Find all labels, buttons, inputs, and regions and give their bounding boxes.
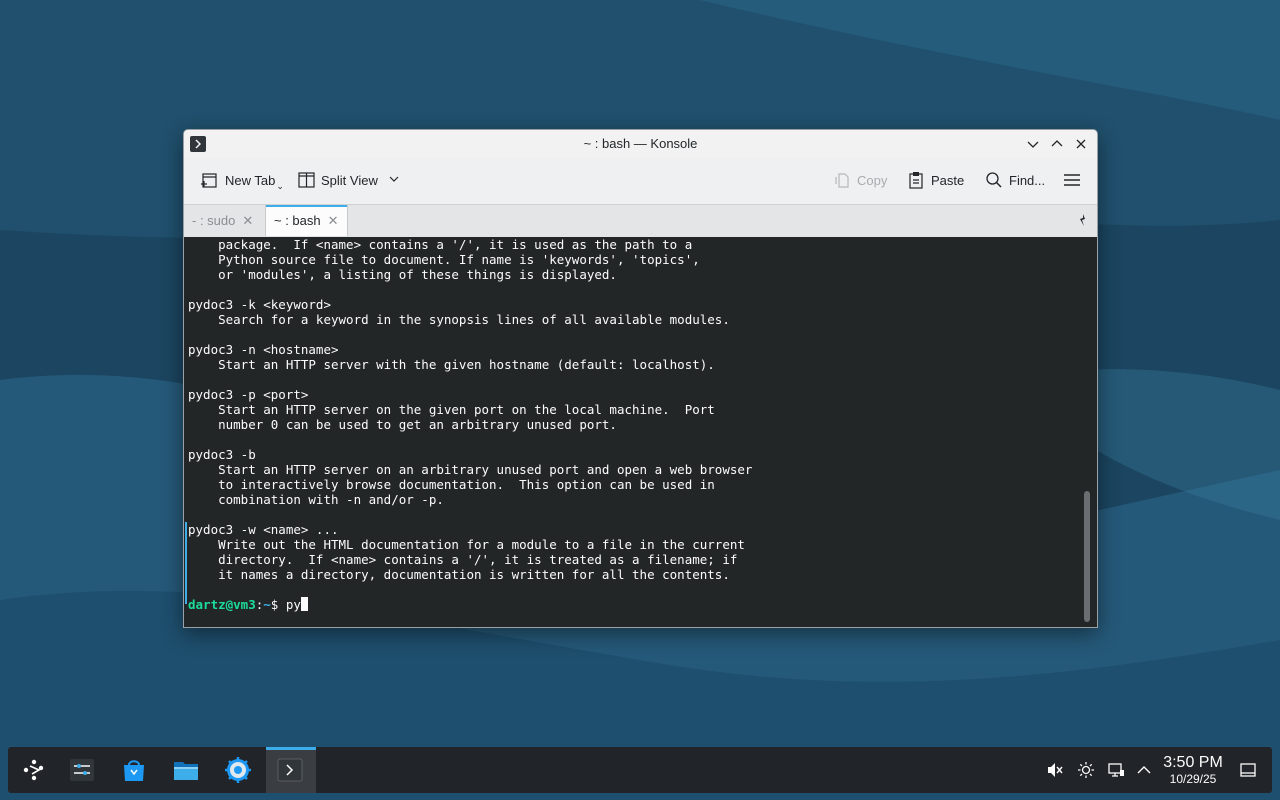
copy-icon: [832, 170, 852, 190]
toolbar: New Tab ⌄ Split View Copy Paste Find...: [184, 158, 1097, 204]
tab-bar: - : sudo ✕ ~ : bash ✕: [184, 204, 1097, 238]
title-bar[interactable]: ~ : bash — Konsole: [184, 130, 1097, 158]
hamburger-menu-button[interactable]: [1062, 168, 1087, 192]
terminal-line: to interactively browse documentation. T…: [188, 477, 715, 492]
taskbar-discover[interactable]: [110, 747, 158, 793]
maximize-button[interactable]: [1048, 135, 1066, 153]
command-input[interactable]: py: [286, 597, 301, 612]
terminal-line: Start an HTTP server on the given port o…: [188, 402, 715, 417]
system-settings-icon: [70, 759, 94, 781]
new-tab-icon: [200, 170, 220, 190]
taskbar-panel: 3:50 PM 10/29/25: [8, 747, 1272, 793]
terminal-line: Write out the HTML documentation for a m…: [188, 537, 745, 552]
paste-button[interactable]: Paste: [906, 168, 964, 192]
split-view-button[interactable]: Split View: [296, 168, 400, 192]
settings-gear-icon: [225, 757, 251, 783]
window-title: ~ : bash — Konsole: [583, 136, 698, 151]
tab-label: - : sudo: [192, 213, 236, 228]
chevron-up-icon[interactable]: [1135, 761, 1153, 779]
tab-bash[interactable]: ~ : bash ✕: [265, 205, 348, 236]
terminal-view[interactable]: package. If <name> contains a '/', it is…: [184, 237, 1097, 627]
taskbar-settings[interactable]: [214, 747, 262, 793]
konsole-icon: [277, 758, 303, 782]
volume-muted-icon[interactable]: [1046, 761, 1064, 779]
paste-icon: [906, 170, 926, 190]
find-label: Find...: [1009, 172, 1046, 188]
tab-sudo[interactable]: - : sudo ✕: [184, 205, 261, 236]
clock-time: 3:50 PM: [1163, 754, 1223, 771]
chevron-down-icon: [1027, 141, 1039, 148]
new-tab-label: New Tab: [225, 172, 276, 188]
search-icon: [984, 170, 1004, 190]
new-tab-button[interactable]: New Tab ⌄: [200, 168, 284, 192]
show-desktop-icon[interactable]: [1239, 761, 1257, 779]
chevron-up-icon: [1051, 140, 1063, 147]
dropdown-indicator-icon: ⌄: [276, 180, 284, 191]
copy-label: Copy: [857, 172, 888, 188]
command-marker: [185, 522, 187, 604]
split-view-icon: [296, 170, 316, 190]
taskbar-konsole[interactable]: [266, 747, 316, 793]
application-launcher-icon: [23, 759, 44, 781]
file-manager-icon: [174, 762, 198, 780]
split-view-label: Split View: [321, 172, 378, 188]
copy-button[interactable]: Copy: [832, 168, 887, 192]
digital-clock[interactable]: 3:50 PM 10/29/25: [1161, 754, 1225, 786]
hamburger-menu-icon: [1062, 170, 1082, 190]
terminal-line: Python source file to document. If name …: [188, 252, 700, 267]
minimize-button[interactable]: [1024, 135, 1042, 153]
terminal-line: pydoc3 -n <hostname>: [188, 342, 339, 357]
prompt-line[interactable]: dartz@vm3:~$ py: [188, 597, 752, 612]
terminal-line: it names a directory, documentation is w…: [188, 567, 730, 582]
close-icon: [1076, 139, 1086, 149]
terminal-line: pydoc3 -b: [188, 447, 256, 462]
prompt-path: ~: [263, 597, 271, 612]
clock-date: 10/29/25: [1169, 772, 1217, 786]
brightness-icon[interactable]: [1077, 761, 1095, 779]
terminal-line: Search for a keyword in the synopsis lin…: [188, 312, 730, 327]
terminal-line: pydoc3 -w <name> ...: [188, 522, 339, 537]
terminal-line: Start an HTTP server on an arbitrary unu…: [188, 462, 753, 477]
chevron-down-icon[interactable]: [388, 173, 400, 188]
terminal-line: or 'modules', a listing of these things …: [188, 267, 617, 282]
network-wired-icon[interactable]: [1107, 761, 1125, 779]
close-button[interactable]: [1072, 135, 1090, 153]
discover-store-icon: [124, 760, 144, 781]
taskbar-system-settings[interactable]: [58, 747, 106, 793]
prompt-user: dartz@vm3: [188, 597, 256, 612]
terminal-line: package. If <name> contains a '/', it is…: [188, 237, 693, 252]
application-launcher-button[interactable]: [10, 747, 58, 793]
close-icon[interactable]: ✕: [242, 213, 253, 229]
konsole-window: ~ : bash — Konsole New Tab ⌄ Split View: [183, 129, 1098, 628]
terminal-scrollbar[interactable]: [1084, 491, 1090, 622]
close-icon[interactable]: ✕: [328, 213, 339, 229]
paste-label: Paste: [931, 172, 965, 188]
prompt-symbol: $: [270, 597, 286, 612]
tab-list-menu-icon[interactable]: [1077, 213, 1089, 227]
text-cursor: [300, 597, 308, 611]
find-button[interactable]: Find...: [984, 168, 1045, 192]
terminal-line: Start an HTTP server with the given host…: [188, 357, 715, 372]
terminal-line: combination with -n and/or -p.: [188, 492, 444, 507]
terminal-output: package. If <name> contains a '/', it is…: [188, 237, 752, 612]
taskbar-file-manager[interactable]: [162, 747, 210, 793]
terminal-line: pydoc3 -p <port>: [188, 387, 309, 402]
terminal-line: number 0 can be used to get an arbitrary…: [188, 417, 617, 432]
terminal-line: pydoc3 -k <keyword>: [188, 297, 331, 312]
terminal-line: directory. If <name> contains a '/', it …: [188, 552, 738, 567]
tab-label: ~ : bash: [274, 213, 321, 228]
